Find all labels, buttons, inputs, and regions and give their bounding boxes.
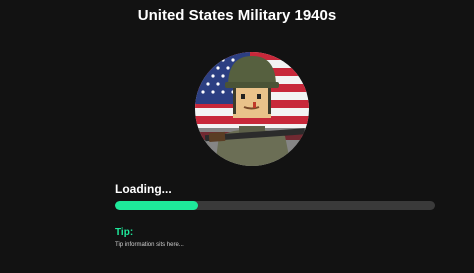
game-title: United States Military 1940s [137,7,337,24]
loading-progress-fill [115,201,199,210]
loading-label: Loading... [115,182,172,196]
tip-label: Tip: [115,227,134,238]
loading-progress-bar [115,201,435,210]
tip-text: Tip information sits here... [115,242,184,248]
soldier-flag-icon [195,52,309,166]
